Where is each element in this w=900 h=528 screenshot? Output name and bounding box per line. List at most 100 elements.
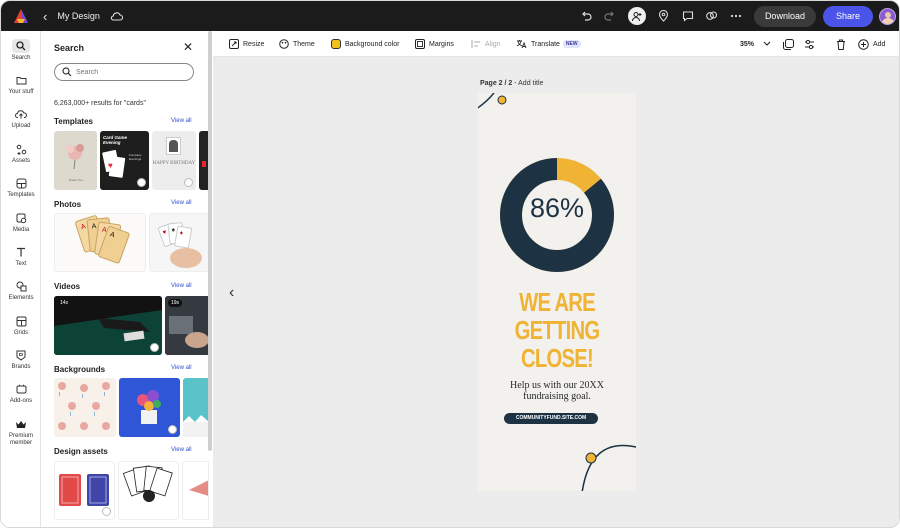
undo-icon[interactable] [576, 6, 596, 26]
video-thumb-table[interactable]: 14s [54, 296, 162, 355]
rail-item-elements[interactable]: Elements [1, 279, 41, 302]
align-label: Align [485, 40, 501, 48]
resize-icon [228, 39, 239, 50]
margins-button[interactable]: Margins [414, 31, 454, 57]
search-box[interactable] [54, 63, 194, 81]
user-avatar[interactable] [879, 7, 896, 25]
background-thumb-flowers[interactable] [119, 378, 180, 437]
rail-item-add-ons[interactable]: Add-ons [1, 382, 41, 405]
close-icon[interactable]: ✕ [183, 41, 195, 53]
photo-thumb-aces[interactable]: A A A A [54, 213, 146, 272]
location-pin-icon[interactable] [654, 6, 674, 26]
rail-item-brands[interactable]: Brands [1, 348, 41, 371]
section-title-templates: Templates [54, 117, 93, 126]
template-thumb-card-game[interactable]: Card Game Evening Company Evenings ♥ [100, 131, 149, 190]
theme-palette-icon [278, 39, 289, 50]
translate-label: Translate [531, 40, 560, 48]
playing-cards-image: A A A A [75, 215, 130, 264]
rail-item-your-stuff[interactable]: Your stuff [1, 73, 41, 96]
delete-page-button[interactable] [835, 31, 850, 57]
design-title[interactable]: My Design [57, 11, 100, 21]
background-thumb-teal[interactable] [183, 378, 209, 437]
back-icon[interactable]: ‹ [43, 9, 47, 24]
template-thumb-thank-you[interactable]: Thank You [54, 131, 97, 190]
background-thumb-clouds[interactable] [54, 378, 116, 437]
cloud-pattern-image [58, 382, 110, 430]
add-page-button[interactable]: Add [858, 31, 885, 57]
search-panel: Search ✕ 6,263,000+ results for "cards" … [41, 31, 213, 527]
rail-item-premium[interactable]: Premium member [1, 417, 41, 447]
template-text: HAPPY BIRTHDAY [152, 161, 196, 166]
zoom-dropdown[interactable]: 35% [740, 31, 771, 57]
download-button[interactable]: Download [753, 5, 816, 27]
crown-icon [12, 417, 30, 431]
translate-button[interactable]: Translate NEW [516, 31, 581, 57]
rail-item-media[interactable]: Media [1, 211, 41, 234]
search-input[interactable] [76, 68, 186, 76]
section-title-photos: Photos [54, 200, 82, 209]
asset-thumb-card-fan[interactable] [118, 461, 179, 520]
panel-scrollbar[interactable] [208, 31, 212, 451]
poster-page[interactable]: 86% WE ARE GETTING CLOSE! Help us with o… [478, 93, 636, 491]
premium-badge-icon [168, 425, 177, 434]
page-settings-button[interactable] [804, 31, 819, 57]
video-thumb-laptop[interactable]: 19s [165, 296, 209, 355]
assets-icon [12, 142, 30, 156]
trash-icon [835, 39, 846, 50]
asset-thumb-card-backs[interactable] [54, 461, 115, 520]
invite-user-icon[interactable] [627, 7, 646, 25]
view-all-design-assets[interactable]: View all [171, 447, 192, 453]
rail-item-search[interactable]: Search [1, 39, 41, 62]
photo-thumb-hand-cards[interactable]: ♥ ♠ ♦ [149, 213, 209, 272]
translate-icon [516, 39, 527, 50]
rail-label: Upload [11, 123, 31, 129]
rail-item-templates[interactable]: Templates [1, 176, 41, 199]
rail-item-assets[interactable]: Assets [1, 142, 41, 165]
premium-badge-icon [150, 343, 159, 352]
teal-pattern-image [183, 415, 209, 437]
rail-item-text[interactable]: Text [1, 245, 41, 268]
rail-label: Brands [11, 364, 31, 370]
asset-thumb-partial[interactable] [182, 461, 209, 520]
align-icon [470, 39, 481, 50]
premium-badge-icon [102, 507, 111, 516]
rail-label: Search [11, 55, 31, 61]
add-page-title[interactable]: Add title [518, 80, 543, 87]
view-all-videos[interactable]: View all [171, 283, 192, 289]
resize-label: Resize [243, 40, 265, 48]
rail-label: Elements [8, 295, 34, 301]
redo-icon[interactable] [600, 6, 620, 26]
rail-label: Templates [7, 192, 35, 198]
background-color-button[interactable]: Background color [330, 31, 399, 57]
previous-page-icon[interactable]: ‹ [229, 284, 234, 302]
theme-button[interactable]: Theme [278, 31, 315, 57]
copy-page-button[interactable] [783, 31, 798, 57]
more-options-icon[interactable] [726, 6, 746, 26]
section-title-videos: Videos [54, 282, 81, 291]
add-ons-icon [12, 382, 30, 396]
upload-cloud-icon [12, 107, 30, 121]
new-badge: NEW [562, 40, 581, 48]
page-number: Page 2 / 2 [480, 80, 513, 87]
grids-icon [12, 314, 30, 328]
view-all-backgrounds[interactable]: View all [171, 365, 192, 371]
share-button[interactable]: Share [822, 5, 873, 27]
section-title-design-assets: Design assets [54, 447, 108, 456]
comment-icon[interactable] [678, 6, 698, 26]
view-all-photos[interactable]: View all [171, 200, 192, 206]
rail-item-upload[interactable]: Upload [1, 107, 41, 130]
rail-item-grids[interactable]: Grids [1, 314, 41, 337]
template-thumb-birthday[interactable]: HAPPY BIRTHDAY [152, 131, 196, 190]
present-icon[interactable] [702, 6, 722, 26]
rail-label: Premium member [8, 433, 33, 446]
resize-button[interactable]: Resize [228, 31, 264, 57]
adobe-express-logo-icon[interactable] [13, 8, 29, 24]
decorative-arc-bottom [581, 444, 636, 491]
view-all-templates[interactable]: View all [171, 118, 192, 124]
cloud-sync-icon[interactable] [108, 7, 126, 25]
panel-title: Search [54, 43, 85, 53]
section-title-backgrounds: Backgrounds [54, 365, 106, 374]
align-button[interactable]: Align [470, 31, 501, 57]
progress-percentage: 86% [529, 193, 585, 223]
card-fan-illustration [122, 465, 173, 502]
